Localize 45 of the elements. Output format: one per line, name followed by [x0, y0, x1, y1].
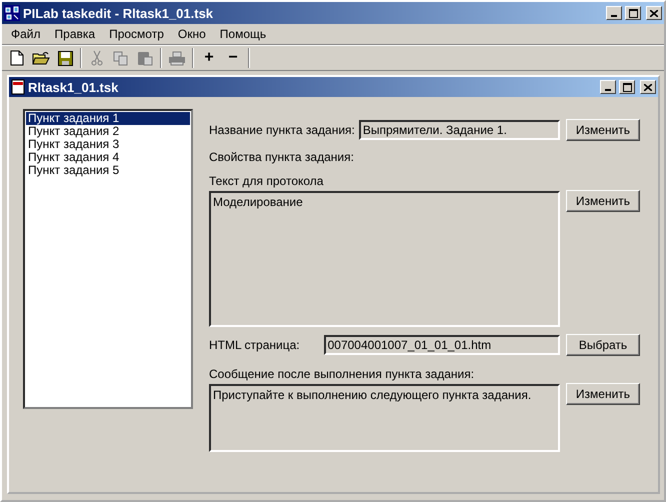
list-item[interactable]: Пункт задания 4 [26, 151, 190, 164]
folder-icon [32, 50, 50, 66]
menu-item[interactable]: Просмотр [102, 27, 171, 41]
edit-button[interactable]: Изменить [566, 383, 640, 405]
message-text-area[interactable]: Приступайте к выполнению следующего пункта задания. [209, 384, 560, 452]
list-item[interactable]: Пункт задания 1 [26, 112, 190, 125]
printer-icon [168, 50, 186, 66]
menu-item[interactable]: Правка [48, 27, 102, 41]
new-document-icon [10, 50, 24, 66]
close-button[interactable] [646, 6, 662, 20]
menu-item[interactable]: Окно [170, 27, 213, 41]
minimize-button[interactable] [606, 6, 622, 20]
minimize-button[interactable] [600, 80, 616, 94]
scissors-icon [91, 50, 103, 66]
edit-button[interactable]: Изменить [566, 190, 640, 212]
copy-icon [113, 50, 129, 66]
html-page-field[interactable]: 007004001007_01_01_01.htm [324, 335, 560, 355]
toolbar-button[interactable]: − [222, 47, 244, 69]
properties-label: Свойства пункта задания: [209, 150, 355, 164]
protocol-label: Текст для протокола [209, 174, 324, 188]
menu-item[interactable]: Файл [4, 27, 48, 41]
maximize-button[interactable] [619, 80, 635, 94]
name-label: Название пункта задания: [209, 123, 355, 137]
list-item[interactable]: Пункт задания 2 [26, 125, 190, 138]
close-button[interactable] [640, 80, 656, 94]
html-page-label: HTML страница: [209, 338, 301, 352]
name-field[interactable]: Выпрямители. Задание 1. [358, 120, 560, 140]
maximize-icon [622, 82, 632, 92]
message-label: Сообщение после выполнения пункта задания: [209, 367, 476, 381]
protocol-text-area[interactable]: Моделирование [209, 191, 560, 327]
menu-item[interactable]: Помощь [212, 27, 274, 41]
maximize-button[interactable] [625, 6, 641, 20]
edit-button[interactable]: Изменить [566, 119, 640, 141]
document-icon [11, 79, 25, 95]
close-icon [644, 84, 652, 90]
close-icon [650, 10, 658, 16]
list-item[interactable]: Пункт задания 5 [26, 164, 190, 177]
clipboard-icon [137, 50, 153, 66]
maximize-icon [628, 8, 638, 18]
list-item[interactable]: Пункт задания 3 [26, 138, 190, 151]
toolbar-button[interactable]: + [198, 47, 220, 69]
select-button[interactable]: Выбрать [566, 334, 640, 356]
window-title: PILab taskedit - Rltask1_01.tsk [23, 6, 214, 20]
app-icon [4, 5, 20, 21]
document-title: Rltask1_01.tsk [28, 80, 120, 94]
